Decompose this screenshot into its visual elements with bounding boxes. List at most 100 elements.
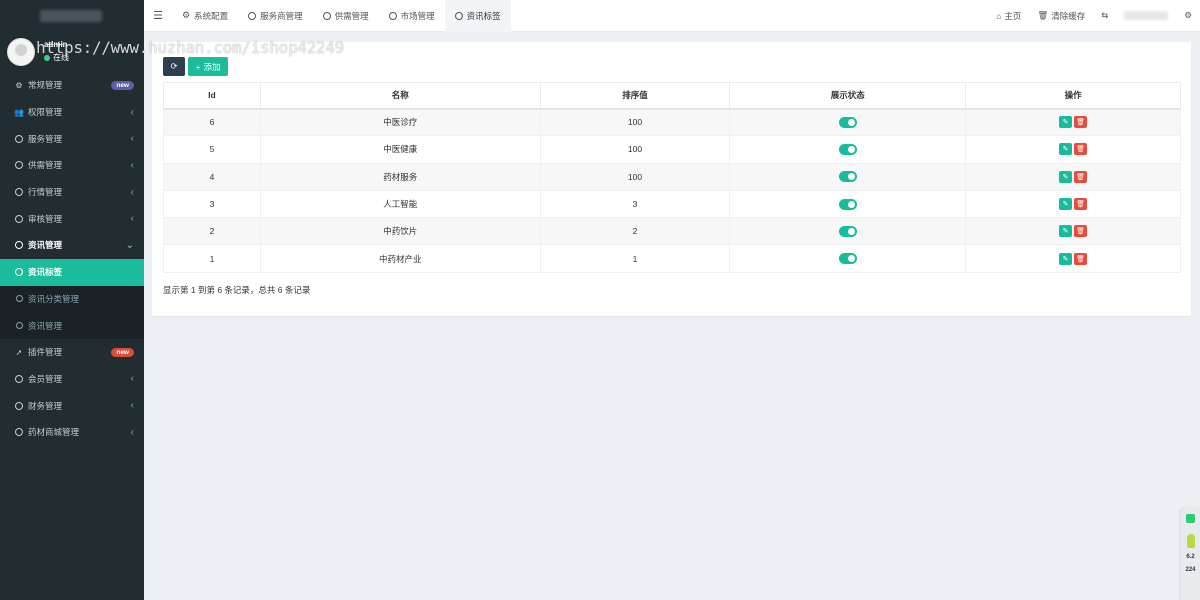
sidebar-item-plugins[interactable]: ➚ 插件管理 new [0, 339, 144, 366]
cell-status [729, 244, 967, 273]
sidebar-item-finance[interactable]: 财务管理 ‹ [0, 392, 144, 419]
cell-name: 中医健康 [259, 135, 541, 164]
tab-market[interactable]: 市场管理 [379, 0, 445, 32]
delete-button[interactable]: 🗑 [1074, 252, 1088, 265]
column-header-status[interactable]: 展示状态 [729, 82, 967, 110]
status-toggle[interactable] [838, 198, 857, 210]
tab-label: 供需管理 [334, 10, 369, 21]
cell-weigh: 1 [539, 244, 731, 273]
sidebar-item-service[interactable]: 服务管理 ‹ [0, 125, 144, 152]
cell-weigh: 2 [539, 217, 731, 246]
tab-bar: ⚙ 系统配置 服务商管理 供需管理 市场管理 资讯标签 [172, 0, 511, 32]
status-toggle[interactable] [838, 253, 857, 265]
edit-button[interactable]: ✎ [1059, 143, 1073, 156]
sidebar-item-news[interactable]: 资讯管理 ⌄ [0, 232, 144, 259]
language-icon: ⇆ [1101, 10, 1109, 20]
online-dot-icon [44, 54, 50, 61]
sidebar-item-supply[interactable]: 供需管理 ‹ [0, 152, 144, 179]
refresh-button[interactable]: ⟳ [163, 57, 185, 76]
table-row[interactable]: 3 人工智能 3 ✎ 🗑 [163, 189, 1181, 219]
trash-icon: 🗑 [1076, 173, 1086, 181]
tab-label: 资讯标签 [466, 10, 501, 21]
sidebar-item-label: 权限管理 [28, 107, 63, 118]
pencil-icon: ✎ [1062, 228, 1069, 236]
refresh-icon: ⟳ [170, 61, 178, 71]
tab-system-config[interactable]: ⚙ 系统配置 [172, 0, 238, 32]
circle-icon [322, 11, 331, 20]
user-avatar-blurred [1124, 11, 1169, 20]
chevron-left-icon: ‹ [130, 186, 134, 198]
user-panel: admin 在线 [0, 32, 144, 70]
trash-icon: 🗑 [1076, 201, 1086, 209]
column-header-operate: 操作 [965, 82, 1181, 110]
trash-icon: 🗑 [1076, 146, 1086, 154]
tab-supply[interactable]: 供需管理 [313, 0, 379, 32]
sidebar-item-label: 资讯管理 [28, 320, 63, 331]
circle-icon [13, 188, 25, 197]
floating-widget[interactable]: 6.2 224 [1181, 508, 1200, 600]
table-row[interactable]: 5 中医健康 100 ✎ 🗑 [163, 135, 1181, 164]
delete-button[interactable]: 🗑 [1074, 170, 1088, 183]
delete-button[interactable]: 🗑 [1074, 143, 1088, 156]
sidebar-item-label: 供需管理 [28, 160, 63, 171]
clear-cache-button[interactable]: 🗑 清除缓存 [1029, 10, 1093, 22]
status-toggle[interactable] [838, 117, 857, 129]
edit-button[interactable]: ✎ [1059, 198, 1073, 211]
tab-news-tags[interactable]: 资讯标签 [444, 0, 511, 32]
sidebar-item-news-tags[interactable]: 资讯标签 [0, 258, 144, 286]
home-link[interactable]: ⌂ 主页 [988, 10, 1029, 22]
edit-button[interactable]: ✎ [1059, 252, 1073, 265]
chevron-left-icon: ‹ [130, 133, 134, 145]
edit-button[interactable]: ✎ [1059, 225, 1073, 238]
table-row[interactable]: 1 中药材产业 1 ✎ 🗑 [163, 244, 1181, 273]
cell-operate: ✎ 🗑 [965, 162, 1181, 191]
column-header-weigh[interactable]: 排序值 [539, 82, 731, 110]
pencil-icon: ✎ [1062, 201, 1069, 209]
circle-icon [13, 268, 25, 277]
menu-toggle-icon[interactable]: ☰ [144, 0, 172, 32]
table-header-row: Id 名称 排序值 展示状态 操作 [163, 82, 1181, 110]
plus-icon: + [195, 61, 201, 72]
sidebar-item-news-list[interactable]: 资讯管理 [0, 312, 144, 339]
sidebar-item-members[interactable]: 会员管理 ‹ [0, 366, 144, 393]
table-row[interactable]: 2 中药饮片 2 ✎ 🗑 [163, 217, 1181, 246]
chevron-left-icon: ‹ [130, 400, 134, 412]
home-icon: ⌂ [996, 10, 1002, 21]
status-toggle[interactable] [838, 144, 857, 156]
sidebar-item-label: 服务管理 [28, 133, 63, 144]
table-row[interactable]: 4 药材服务 100 ✎ 🗑 [163, 162, 1181, 191]
add-button[interactable]: + 添加 [188, 57, 228, 76]
settings-button[interactable]: ⚙ [1176, 10, 1200, 21]
gear-icon: ⚙ [182, 10, 191, 20]
language-button[interactable]: ⇆ [1093, 10, 1116, 21]
status-toggle[interactable] [838, 225, 857, 237]
table-row[interactable]: 6 中医诊疗 100 ✎ 🗑 [163, 107, 1181, 137]
tab-provider[interactable]: 服务商管理 [238, 0, 313, 32]
logo[interactable] [0, 0, 144, 32]
sidebar-item-label: 常规管理 [28, 80, 63, 91]
sidebar-item-auth[interactable]: 👥 权限管理 ‹ [0, 99, 144, 126]
sidebar-item-mall[interactable]: 药材商城管理 ‹ [0, 419, 144, 446]
delete-button[interactable]: 🗑 [1074, 225, 1088, 238]
sidebar-item-general[interactable]: ⚙ 常规管理 new [0, 72, 144, 99]
widget-value-2: 224 [1185, 567, 1196, 573]
sidebar-item-news-category[interactable]: 资讯分类管理 [0, 285, 144, 313]
column-header-name[interactable]: 名称 [259, 82, 541, 110]
new-badge: new [111, 347, 134, 357]
add-label: 添加 [203, 61, 221, 72]
edit-button[interactable]: ✎ [1059, 170, 1073, 183]
sidebar-item-market[interactable]: 行情管理 ‹ [0, 179, 144, 206]
rocket-icon: ➚ [15, 347, 23, 357]
circle-icon [13, 322, 25, 330]
delete-button[interactable]: 🗑 [1074, 198, 1088, 211]
cell-status [729, 217, 967, 246]
status-toggle[interactable] [838, 171, 857, 183]
pencil-icon: ✎ [1062, 255, 1069, 263]
edit-button[interactable]: ✎ [1059, 116, 1073, 129]
delete-button[interactable]: 🗑 [1074, 116, 1088, 129]
sidebar-item-audit[interactable]: 审核管理 ‹ [0, 205, 144, 232]
column-header-id[interactable]: Id [163, 82, 261, 110]
circle-icon [13, 428, 25, 437]
user-menu[interactable] [1116, 11, 1176, 20]
cell-name: 中药饮片 [259, 217, 541, 246]
